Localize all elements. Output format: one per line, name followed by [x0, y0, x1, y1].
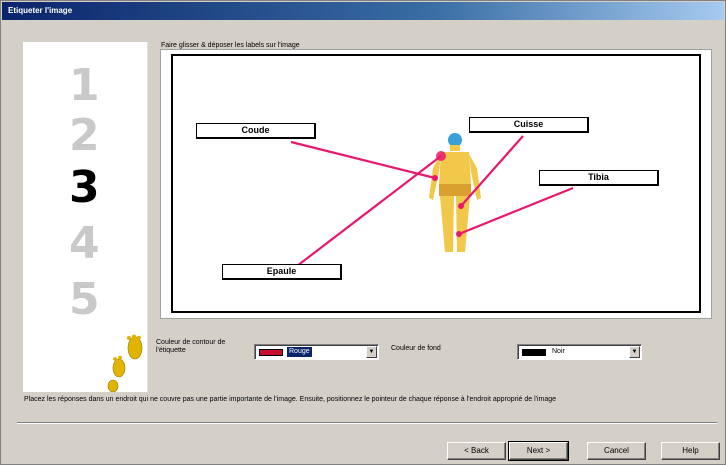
instruction-top: Faire glisser & déposer les labels sur l…: [161, 42, 300, 49]
background-color-swatch: [522, 349, 546, 356]
dropdown-arrow-icon[interactable]: ▼: [366, 346, 377, 358]
step-2: 2: [69, 110, 100, 161]
step-1: 1: [69, 60, 100, 111]
background-color-select[interactable]: Noir ▼: [517, 344, 642, 360]
label-tibia[interactable]: Tibia: [539, 170, 659, 186]
step-5: 5: [69, 274, 100, 325]
separator: [17, 422, 717, 424]
step-3-current: 3: [69, 162, 100, 213]
window-title: Etiqueter l'image: [8, 6, 73, 15]
dialog-window: Etiqueter l'image 1 2 3 4 5 Faire glisse…: [0, 0, 726, 465]
image-canvas[interactable]: Coude Cuisse Tibia Epaule: [171, 54, 701, 313]
title-bar[interactable]: Etiqueter l'image: [2, 2, 724, 20]
label-coude[interactable]: Coude: [196, 123, 316, 139]
instruction-bottom: Placez les réponses dans un endroit qui …: [24, 396, 557, 403]
contour-color-label: Couleur de contour de l'étiquette: [156, 339, 226, 354]
label-cuisse[interactable]: Cuisse: [469, 117, 589, 133]
steps-panel: 1 2 3 4 5: [23, 42, 148, 392]
background-color-label: Couleur de fond: [391, 345, 441, 352]
help-button[interactable]: Help: [661, 442, 720, 460]
footprints-icon: [107, 334, 143, 392]
next-button[interactable]: Next >: [508, 441, 569, 461]
pointer-line-coude: [290, 140, 436, 180]
dropdown-arrow-icon[interactable]: ▼: [629, 346, 640, 358]
label-epaule[interactable]: Epaule: [222, 264, 342, 280]
step-4: 4: [69, 218, 100, 269]
back-button[interactable]: < Back: [447, 442, 506, 460]
contour-color-value: Rouge: [287, 347, 312, 357]
contour-color-select[interactable]: Rouge ▼: [254, 344, 379, 360]
pointer-line-cuisse: [460, 135, 524, 207]
background-color-value: Noir: [552, 348, 565, 355]
contour-color-swatch: [259, 349, 283, 356]
cancel-button[interactable]: Cancel: [587, 442, 646, 460]
pointer-line-epaule: [296, 155, 442, 267]
